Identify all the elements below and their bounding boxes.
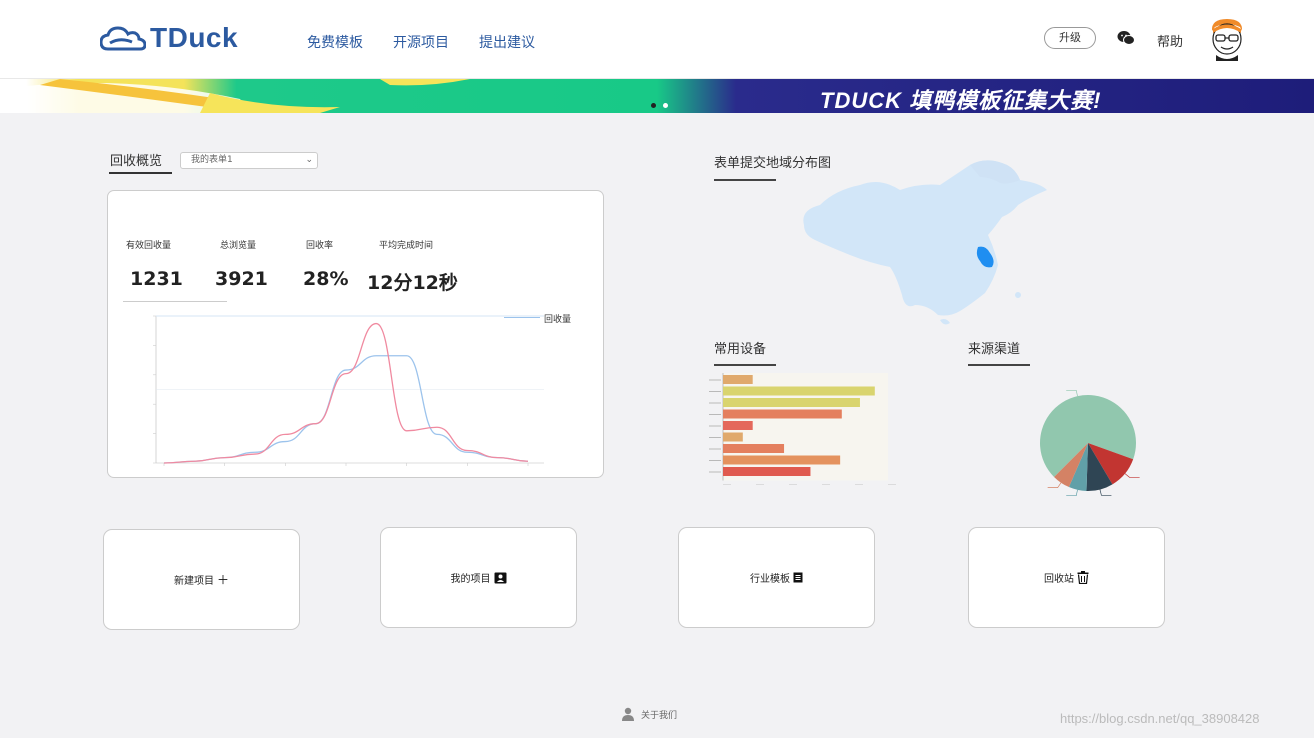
devices-title-underline: [714, 364, 776, 366]
bar: [723, 421, 753, 430]
bar: [723, 409, 842, 419]
bar: [723, 398, 860, 407]
stat-label-rate: 回收率: [306, 241, 334, 251]
stat-value-views: 3921: [215, 268, 268, 290]
plus-icon: ＋: [216, 573, 229, 587]
nav-open-source[interactable]: 开源项目: [393, 32, 449, 52]
china-map[interactable]: [790, 155, 1060, 330]
form-select-value: 我的表单1: [191, 155, 233, 165]
stat-divider: [123, 301, 227, 302]
channels-title-underline: [968, 364, 1030, 366]
new-project-button[interactable]: 新建项目 ＋: [103, 529, 300, 630]
overview-card: 有效回收量 总浏览量 回收率 平均完成时间 1231 3921 28% 12分1…: [107, 190, 604, 478]
contact-card-icon: [494, 572, 506, 583]
carousel-dots: [651, 103, 668, 108]
stat-label-views: 总浏览量: [220, 241, 257, 251]
stat-value-valid: 1231: [130, 268, 183, 290]
logo-text: TDuck: [150, 22, 239, 53]
stat-value-time: 12分12秒: [367, 272, 458, 294]
industry-templates-button[interactable]: 行业模板: [678, 527, 875, 628]
top-header: TDuck 免费模板 开源项目 提出建议 升级 帮助: [0, 0, 1314, 79]
pie-label-line: [1124, 473, 1140, 478]
watermark: https://blog.csdn.net/qq_38908428: [1060, 711, 1260, 726]
bar: [723, 455, 841, 465]
bar: [723, 375, 753, 384]
cloud-logo-icon: [100, 26, 146, 51]
pie-label-line: [1047, 482, 1062, 489]
my-projects-button[interactable]: 我的项目: [380, 527, 577, 628]
series-line-0: [163, 355, 529, 464]
pie-label-line: [1066, 489, 1078, 497]
bar: [723, 386, 875, 396]
about-us-link[interactable]: 关于我们: [641, 708, 677, 721]
chevron-down-icon: ⌄: [305, 155, 313, 165]
logo[interactable]: TDuck: [100, 22, 238, 54]
series-line-1: [163, 322, 529, 464]
stat-label-valid: 有效回收量: [126, 241, 172, 251]
pie-label-line: [1099, 489, 1112, 496]
carousel-dot-active[interactable]: [663, 103, 668, 108]
devices-title: 常用设备: [714, 342, 767, 357]
recovery-line-chart: [153, 315, 544, 466]
user-icon: [622, 707, 634, 721]
upgrade-button[interactable]: 升级: [1044, 27, 1096, 49]
stat-label-time: 平均完成时间: [379, 241, 434, 251]
help-link[interactable]: 帮助: [1157, 31, 1183, 50]
wechat-icon[interactable]: [1117, 30, 1135, 46]
trash-icon: [1077, 571, 1089, 584]
recycle-bin-label: 回收站: [1044, 574, 1074, 585]
bar: [723, 467, 811, 476]
user-avatar[interactable]: [1208, 17, 1246, 61]
devices-bar-chart: [709, 373, 896, 485]
footer: 关于我们: [621, 707, 677, 721]
nav-suggestions[interactable]: 提出建议: [479, 32, 535, 52]
banner-decoration: [0, 79, 470, 113]
tab-underline: [109, 172, 172, 174]
banner-title: TDUCK 填鸭模板征集大赛!: [820, 88, 1102, 113]
bar: [723, 444, 785, 453]
industry-templates-label: 行业模板: [750, 574, 790, 585]
promo-banner[interactable]: TDUCK 填鸭模板征集大赛!: [0, 79, 1314, 113]
new-project-label: 新建项目: [173, 576, 214, 587]
map-title-underline: [714, 179, 776, 181]
pie-label-line: [1066, 389, 1078, 397]
form-select[interactable]: 我的表单1 ⌄: [180, 152, 318, 169]
channels-title: 来源渠道: [968, 342, 1021, 357]
nav-free-templates[interactable]: 免费模板: [307, 32, 363, 52]
overview-tab[interactable]: 回收概览: [110, 150, 162, 169]
my-projects-label: 我的项目: [450, 574, 491, 585]
recycle-bin-button[interactable]: 回收站: [968, 527, 1165, 628]
document-icon: [793, 572, 803, 583]
main-nav: 免费模板 开源项目 提出建议: [307, 32, 535, 52]
carousel-dot[interactable]: [651, 103, 656, 108]
stat-value-rate: 28%: [303, 268, 349, 290]
channels-pie-chart: [1040, 389, 1140, 497]
bar: [723, 432, 743, 442]
